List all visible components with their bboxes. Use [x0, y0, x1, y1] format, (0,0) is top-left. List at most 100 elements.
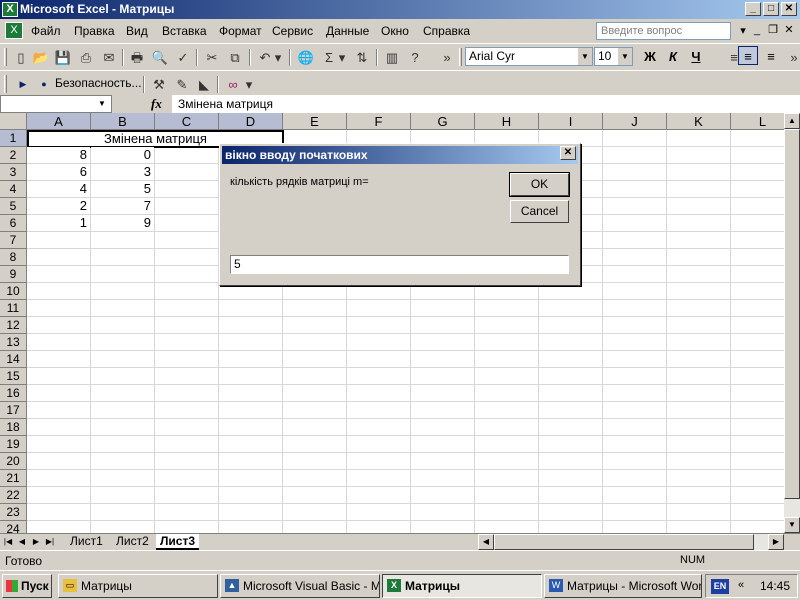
scroll-down-icon[interactable]: ▼: [784, 517, 800, 533]
task-word-matrices[interactable]: W Матрицы - Microsoft Word: [544, 574, 702, 598]
menu-format[interactable]: Формат: [219, 24, 262, 38]
column-header[interactable]: E: [283, 113, 347, 130]
column-header[interactable]: L: [731, 113, 784, 130]
column-header[interactable]: J: [603, 113, 667, 130]
row-header[interactable]: 18: [0, 419, 27, 436]
cell[interactable]: 5: [91, 181, 154, 197]
print-icon[interactable]: 🖶: [127, 48, 147, 67]
close-button[interactable]: ✕: [781, 2, 797, 16]
row-header[interactable]: 23: [0, 504, 27, 521]
help-dropdown-icon[interactable]: ▾: [736, 24, 750, 38]
row-header[interactable]: 6: [0, 215, 27, 232]
clock[interactable]: 14:45: [760, 579, 790, 593]
tab-sheet2[interactable]: Лист2: [112, 534, 153, 550]
toolbar-options-icon[interactable]: »: [788, 48, 800, 67]
maximize-button[interactable]: □: [763, 2, 779, 16]
scroll-thumb[interactable]: [784, 129, 800, 499]
help-icon[interactable]: ?: [405, 48, 425, 67]
menu-insert[interactable]: Вставка: [162, 24, 207, 38]
permission-icon[interactable]: ⎙: [76, 48, 96, 67]
align-right-icon[interactable]: ≡: [761, 47, 781, 66]
chart-wizard-icon[interactable]: ▥: [382, 48, 402, 67]
minimize-button[interactable]: _: [745, 2, 761, 16]
menu-edit[interactable]: Правка: [74, 24, 115, 38]
menu-window[interactable]: Окно: [381, 24, 409, 38]
spelling-icon[interactable]: ✓: [173, 48, 193, 67]
column-header[interactable]: A: [27, 113, 91, 130]
row-header[interactable]: 9: [0, 266, 27, 283]
cell[interactable]: 6: [27, 164, 90, 180]
chevron-down-icon[interactable]: ▼: [618, 48, 632, 65]
cell[interactable]: 4: [27, 181, 90, 197]
undo-dropdown-icon[interactable]: ▾: [272, 48, 284, 67]
dialog-title[interactable]: вікно вводу початкових: [222, 146, 578, 164]
email-icon[interactable]: ✉: [99, 48, 119, 67]
row-header[interactable]: 20: [0, 453, 27, 470]
scroll-right-icon[interactable]: ▶: [768, 534, 784, 550]
first-sheet-icon[interactable]: |◀: [2, 535, 14, 549]
row-header[interactable]: 4: [0, 181, 27, 198]
column-header[interactable]: D: [219, 113, 283, 130]
record-icon[interactable]: ●: [34, 75, 54, 94]
row-header[interactable]: 3: [0, 164, 27, 181]
toolbar-options-icon[interactable]: ▾: [243, 75, 255, 94]
chevron-down-icon[interactable]: ▼: [578, 48, 592, 65]
menu-help[interactable]: Справка: [423, 24, 470, 38]
toolbar-grip[interactable]: [459, 48, 462, 66]
row-header[interactable]: 8: [0, 249, 27, 266]
column-header[interactable]: K: [667, 113, 731, 130]
row-header[interactable]: 21: [0, 470, 27, 487]
font-size-combo[interactable]: 10 ▼: [594, 47, 633, 66]
cell[interactable]: 8: [27, 147, 90, 163]
row-header[interactable]: 17: [0, 402, 27, 419]
row-header[interactable]: 11: [0, 300, 27, 317]
column-header[interactable]: B: [91, 113, 155, 130]
row-header[interactable]: 10: [0, 283, 27, 300]
doc-restore-icon[interactable]: ❐: [766, 23, 780, 37]
horizontal-scrollbar[interactable]: ◀ ▶: [478, 534, 784, 550]
menu-tools[interactable]: Сервис: [272, 24, 313, 38]
toolbar-grip[interactable]: [4, 48, 7, 66]
task-vb-editor[interactable]: ▲ Microsoft Visual Basic - М...: [220, 574, 380, 598]
name-box[interactable]: ▼: [0, 95, 112, 113]
menu-file[interactable]: Файл: [31, 24, 61, 38]
dialog-close-icon[interactable]: ✕: [560, 146, 576, 160]
security-button[interactable]: Безопасность...: [55, 76, 142, 90]
cancel-button[interactable]: Cancel: [510, 200, 569, 223]
tab-sheet1[interactable]: Лист1: [66, 534, 107, 550]
column-header[interactable]: C: [155, 113, 219, 130]
start-button[interactable]: Пуск: [2, 574, 52, 598]
menu-view[interactable]: Вид: [126, 24, 148, 38]
column-header[interactable]: F: [347, 113, 411, 130]
bold-button[interactable]: Ж: [640, 47, 660, 66]
align-center-icon[interactable]: ≡: [738, 46, 758, 65]
row-header[interactable]: 1: [0, 130, 27, 147]
row-header[interactable]: 15: [0, 368, 27, 385]
copy-icon[interactable]: ⧉: [225, 48, 245, 67]
row-header[interactable]: 22: [0, 487, 27, 504]
doc-minimize-icon[interactable]: _: [750, 23, 764, 37]
print-preview-icon[interactable]: 🔍: [150, 48, 170, 67]
column-header[interactable]: I: [539, 113, 603, 130]
row-header[interactable]: 12: [0, 317, 27, 334]
doc-close-icon[interactable]: ✕: [782, 23, 796, 37]
row-header[interactable]: 14: [0, 351, 27, 368]
cell[interactable]: 0: [91, 147, 154, 163]
scroll-up-icon[interactable]: ▲: [784, 113, 800, 129]
task-folder-matrices[interactable]: ▭ Матрицы: [58, 574, 218, 598]
new-icon[interactable]: ▯: [11, 48, 31, 67]
vertical-scrollbar[interactable]: ▲ ▼: [784, 113, 800, 533]
column-header[interactable]: H: [475, 113, 539, 130]
column-header[interactable]: G: [411, 113, 475, 130]
next-sheet-icon[interactable]: ▶: [30, 535, 42, 549]
row-header[interactable]: 16: [0, 385, 27, 402]
excel-app-icon[interactable]: X: [2, 2, 18, 17]
chevron-down-icon[interactable]: ▼: [95, 97, 109, 111]
open-icon[interactable]: 📂: [31, 48, 51, 67]
design-mode-icon[interactable]: ✎: [172, 75, 192, 94]
vb-editor-icon[interactable]: ◣: [194, 75, 214, 94]
row-header[interactable]: 13: [0, 334, 27, 351]
control-toolbox-icon[interactable]: ⚒: [149, 75, 169, 94]
cell[interactable]: 2: [27, 198, 90, 214]
cell[interactable]: 1: [27, 215, 90, 231]
